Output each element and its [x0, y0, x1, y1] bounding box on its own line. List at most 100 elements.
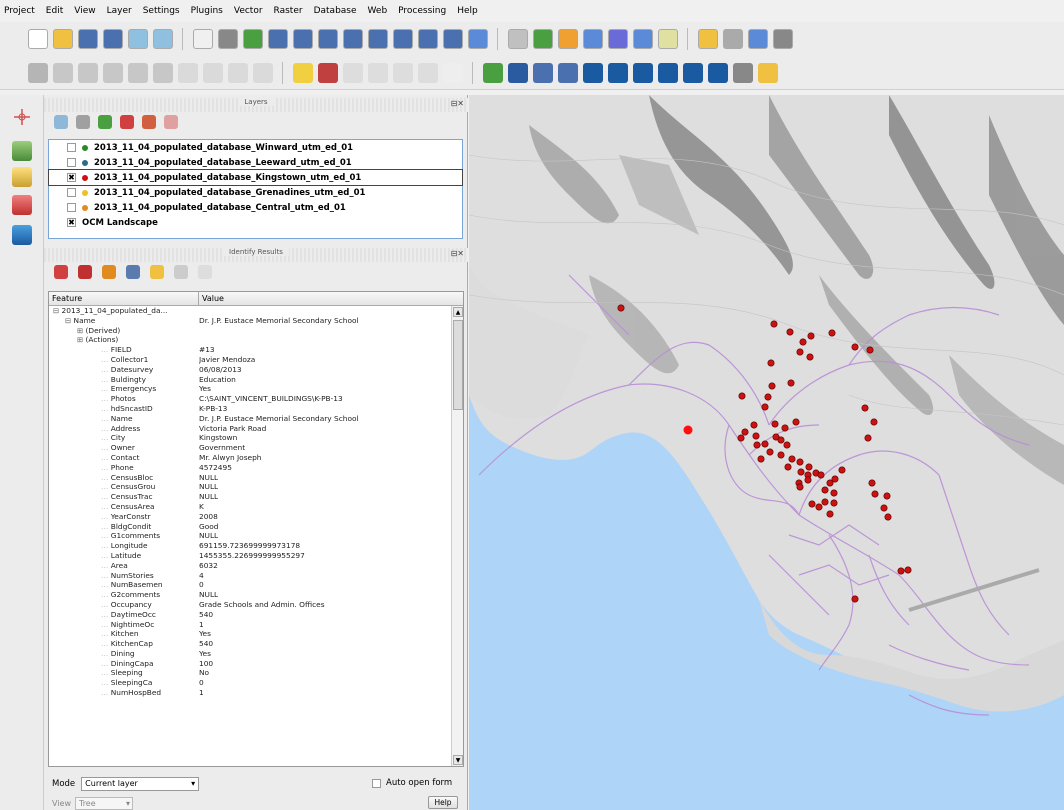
- tree-node[interactable]: ⊟ Name Dr. J.P. Eustace Memorial Secondar…: [49, 316, 463, 326]
- building-point[interactable]: [830, 489, 838, 497]
- layer-item[interactable]: 2013_11_04_populated_database_Winward_ut…: [49, 140, 462, 155]
- zoom-out-icon[interactable]: [293, 29, 313, 49]
- expand-icon[interactable]: ⊞: [77, 335, 86, 344]
- menu-item-raster[interactable]: Raster: [274, 6, 303, 16]
- building-point[interactable]: [804, 476, 812, 484]
- add-postgis-layer-icon[interactable]: [12, 167, 32, 187]
- curve-icon[interactable]: [558, 62, 578, 83]
- annotation-icon[interactable]: [698, 29, 718, 49]
- ring-icon[interactable]: [708, 62, 728, 83]
- attribute-row[interactable]: … SleepingCa 0: [49, 678, 463, 688]
- identify-icon[interactable]: [508, 29, 528, 49]
- building-point[interactable]: [821, 498, 829, 506]
- add-wms-layer-icon[interactable]: [12, 225, 32, 245]
- building-point[interactable]: [838, 466, 846, 474]
- building-point[interactable]: [786, 328, 794, 336]
- building-point[interactable]: [796, 483, 804, 491]
- building-point[interactable]: [768, 382, 776, 390]
- building-point[interactable]: [753, 441, 761, 449]
- menu-item-web[interactable]: Web: [368, 6, 388, 16]
- new-project-icon[interactable]: [28, 29, 48, 49]
- attribute-row[interactable]: … Emergencys Yes: [49, 384, 463, 394]
- building-point[interactable]: [617, 304, 625, 312]
- offset-icon[interactable]: [683, 62, 703, 83]
- scroll-thumb[interactable]: [453, 320, 463, 410]
- new-print-layout-icon[interactable]: [128, 29, 148, 49]
- attribute-row[interactable]: … Contact Mr. Alwyn Joseph: [49, 453, 463, 463]
- toggle-editing-icon[interactable]: [53, 62, 73, 83]
- field-calculator-icon[interactable]: [633, 29, 653, 49]
- statistics-icon[interactable]: [658, 29, 678, 49]
- attribute-row[interactable]: … CensusBloc NULL: [49, 473, 463, 483]
- building-point[interactable]: [792, 418, 800, 426]
- building-point[interactable]: [777, 436, 785, 444]
- filter-legend-icon[interactable]: [98, 115, 112, 129]
- layer-visibility-checkbox[interactable]: [67, 143, 76, 152]
- building-point[interactable]: [750, 421, 758, 429]
- layer-visibility-checkbox[interactable]: ✖: [67, 173, 76, 182]
- building-point[interactable]: [808, 500, 816, 508]
- delete-selected-icon[interactable]: [178, 62, 198, 83]
- label-icon[interactable]: [723, 29, 743, 49]
- menu-item-view[interactable]: View: [74, 6, 95, 16]
- expand-tree-icon[interactable]: [54, 265, 68, 279]
- menu-item-project[interactable]: Project: [4, 6, 35, 16]
- attribute-row[interactable]: … Sleeping No: [49, 668, 463, 678]
- building-point[interactable]: [788, 455, 796, 463]
- attribute-row[interactable]: … City Kingstown: [49, 433, 463, 443]
- measure-icon[interactable]: [583, 29, 603, 49]
- save-edits-icon[interactable]: [78, 62, 98, 83]
- line-icon[interactable]: [533, 62, 553, 83]
- menu-item-layer[interactable]: Layer: [107, 6, 132, 16]
- attribute-row[interactable]: … NumHospBed 1: [49, 688, 463, 698]
- open-project-icon[interactable]: [53, 29, 73, 49]
- pan-icon[interactable]: [193, 29, 213, 49]
- building-point[interactable]: [880, 504, 888, 512]
- attribute-row[interactable]: … Latitude 1455355.226999999955297: [49, 551, 463, 561]
- attribute-row[interactable]: … Name Dr. J.P. Eustace Memorial Secondar…: [49, 414, 463, 424]
- collapse-all-icon[interactable]: [142, 115, 156, 129]
- building-point[interactable]: [851, 343, 859, 351]
- expand-icon[interactable]: ⊞: [77, 326, 86, 335]
- building-point[interactable]: [864, 434, 872, 442]
- attribute-row[interactable]: … NumStories 4: [49, 571, 463, 581]
- collapse-icon[interactable]: ⊟: [65, 316, 74, 325]
- tree-node[interactable]: ⊞ (Actions): [49, 335, 463, 345]
- select-vertices-icon[interactable]: [583, 62, 603, 83]
- building-point[interactable]: [783, 441, 791, 449]
- open-form-icon[interactable]: [174, 265, 188, 279]
- attribute-row[interactable]: … CensusTrac NULL: [49, 492, 463, 502]
- building-point[interactable]: [761, 440, 769, 448]
- attribute-row[interactable]: … G2comments NULL: [49, 590, 463, 600]
- building-point[interactable]: [767, 359, 775, 367]
- attribute-row[interactable]: … CensusGrou NULL: [49, 482, 463, 492]
- building-point[interactable]: [777, 451, 785, 459]
- composer-manager-icon[interactable]: [153, 29, 173, 49]
- pan-selection-icon[interactable]: [243, 29, 263, 49]
- split-icon[interactable]: [608, 62, 628, 83]
- building-point[interactable]: [868, 479, 876, 487]
- building-point[interactable]: [826, 510, 834, 518]
- attribute-row[interactable]: … Occupancy Grade Schools and Admin. Offi…: [49, 600, 463, 610]
- building-point[interactable]: [771, 420, 779, 428]
- building-point[interactable]: [787, 379, 795, 387]
- pin-labels-icon[interactable]: [318, 62, 338, 83]
- paste-features-icon[interactable]: [253, 62, 273, 83]
- tips-icon[interactable]: [748, 29, 768, 49]
- add-feature-icon[interactable]: [103, 62, 123, 83]
- add-wfs-layer-icon[interactable]: [12, 195, 32, 215]
- help-button[interactable]: Help: [428, 796, 458, 809]
- building-point[interactable]: [871, 490, 879, 498]
- menu-item-edit[interactable]: Edit: [46, 6, 63, 16]
- building-point[interactable]: [851, 595, 859, 603]
- building-point[interactable]: [817, 471, 825, 479]
- auto-open-form[interactable]: Auto open form: [372, 778, 452, 788]
- attribute-row[interactable]: … Phone 4572495: [49, 463, 463, 473]
- merge-icon[interactable]: [633, 62, 653, 83]
- open-layer-styling-icon[interactable]: [54, 115, 68, 129]
- zoom-last-icon[interactable]: [418, 29, 438, 49]
- add-vertex-icon[interactable]: [483, 62, 503, 83]
- menu-item-plugins[interactable]: Plugins: [191, 6, 223, 16]
- clear-results-icon[interactable]: [126, 265, 140, 279]
- add-vector-layer-icon[interactable]: [12, 107, 32, 127]
